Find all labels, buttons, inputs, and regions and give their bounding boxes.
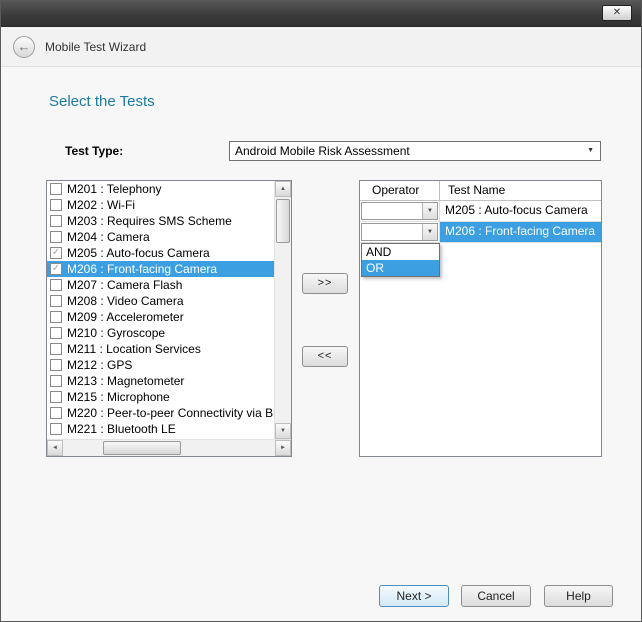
vertical-scroll-thumb[interactable] (276, 199, 290, 243)
available-test-item[interactable]: ✓ M205 : Auto-focus Camera (47, 245, 274, 261)
mobile-test-wizard-window: ✕ ← Mobile Test Wizard Select the Tests … (0, 0, 642, 622)
back-arrow-icon[interactable]: ← (13, 36, 35, 58)
horizontal-scrollbar[interactable]: ◄ ► (47, 439, 291, 456)
available-test-label: M202 : Wi-Fi (67, 198, 135, 212)
scroll-left-icon[interactable]: ◄ (47, 440, 63, 456)
available-test-label: M221 : Bluetooth LE (67, 422, 176, 436)
available-test-item[interactable]: M212 : GPS (47, 357, 274, 373)
scroll-down-icon[interactable]: ▼ (275, 423, 291, 439)
operator-cell: ▼ (360, 201, 440, 221)
scroll-right-icon[interactable]: ► (275, 440, 291, 456)
selected-tests-table: Operator Test Name ▼M205 : Auto-focus Ca… (359, 180, 602, 457)
operator-value (362, 224, 422, 240)
available-test-item[interactable]: M210 : Gyroscope (47, 325, 274, 341)
selected-tests-rows: ▼M205 : Auto-focus Camera▼M206 : Front-f… (360, 201, 601, 243)
table-header-row: Operator Test Name (360, 181, 601, 201)
available-test-label: M215 : Microphone (67, 390, 170, 404)
available-tests-items: M201 : Telephony M202 : Wi-Fi M203 : Requi… (47, 181, 274, 439)
chevron-down-icon[interactable]: ▼ (422, 224, 437, 240)
available-test-item[interactable]: M211 : Location Services (47, 341, 274, 357)
available-test-item[interactable]: M221 : Bluetooth LE (47, 421, 274, 437)
test-type-select[interactable]: Android Mobile Risk Assessment ▼ (229, 141, 601, 161)
checkbox-unchecked-icon[interactable] (50, 391, 62, 403)
operator-combobox[interactable]: ▼ (361, 202, 438, 220)
available-test-item[interactable]: M209 : Accelerometer (47, 309, 274, 325)
chevron-down-icon[interactable]: ▼ (422, 203, 437, 219)
remove-tests-button[interactable]: << (302, 346, 348, 367)
checkbox-unchecked-icon[interactable] (50, 231, 62, 243)
available-test-label: M206 : Front-facing Camera (67, 262, 217, 276)
available-test-item[interactable]: M207 : Camera Flash (47, 277, 274, 293)
scroll-up-icon[interactable]: ▲ (275, 181, 291, 197)
page-heading: Select the Tests (49, 93, 155, 110)
title-bar: ✕ (1, 1, 641, 27)
available-test-label: M213 : Magnetometer (67, 374, 184, 388)
close-button[interactable]: ✕ (602, 5, 632, 21)
checkbox-unchecked-icon[interactable] (50, 311, 62, 323)
chevron-down-icon[interactable]: ▼ (587, 143, 594, 159)
wizard-title: Mobile Test Wizard (45, 27, 146, 67)
operator-value (362, 203, 422, 219)
selected-test-row: ▼M206 : Front-facing Camera (360, 222, 601, 243)
available-test-item[interactable]: M220 : Peer-to-peer Connectivity via Blu… (47, 405, 274, 421)
test-type-label: Test Type: (65, 144, 123, 158)
available-test-item[interactable]: M201 : Telephony (47, 181, 274, 197)
available-test-label: M209 : Accelerometer (67, 310, 184, 324)
test-type-value: Android Mobile Risk Assessment (235, 144, 410, 158)
available-test-label: M205 : Auto-focus Camera (67, 246, 210, 260)
available-test-label: M201 : Telephony (67, 182, 162, 196)
available-test-label: M203 : Requires SMS Scheme (67, 214, 232, 228)
available-test-item[interactable]: M215 : Microphone (47, 389, 274, 405)
cancel-button[interactable]: Cancel (461, 585, 531, 607)
selected-test-row: ▼M205 : Auto-focus Camera (360, 201, 601, 222)
available-test-label: M211 : Location Services (67, 342, 201, 356)
checkbox-unchecked-icon[interactable] (50, 407, 62, 419)
wizard-header: ← Mobile Test Wizard (1, 27, 641, 67)
operator-combobox[interactable]: ▼ (361, 223, 438, 241)
checkbox-checked-icon[interactable]: ✓ (50, 263, 62, 275)
available-test-item[interactable]: M202 : Wi-Fi (47, 197, 274, 213)
horizontal-scroll-thumb[interactable] (103, 441, 181, 455)
checkbox-unchecked-icon[interactable] (50, 343, 62, 355)
checkbox-checked-icon[interactable]: ✓ (50, 247, 62, 259)
column-header-test-name: Test Name (440, 181, 601, 200)
available-tests-list: M201 : Telephony M202 : Wi-Fi M203 : Requi… (46, 180, 292, 457)
add-tests-button[interactable]: >> (302, 273, 348, 294)
available-test-item[interactable]: ✓ M206 : Front-facing Camera (47, 261, 274, 277)
checkbox-unchecked-icon[interactable] (50, 375, 62, 387)
checkbox-unchecked-icon[interactable] (50, 279, 62, 291)
operator-option[interactable]: OR (362, 260, 439, 276)
checkbox-unchecked-icon[interactable] (50, 295, 62, 307)
available-test-label: M220 : Peer-to-peer Connectivity via Blu… (67, 406, 274, 420)
available-test-label: M208 : Video Camera (67, 294, 184, 308)
checkbox-unchecked-icon[interactable] (50, 199, 62, 211)
operator-cell: ▼ (360, 222, 440, 242)
column-header-operator: Operator (360, 181, 440, 200)
available-test-label: M204 : Camera (67, 230, 150, 244)
available-test-item[interactable]: M208 : Video Camera (47, 293, 274, 309)
test-name-cell[interactable]: M205 : Auto-focus Camera (440, 201, 601, 221)
available-test-item[interactable]: M203 : Requires SMS Scheme (47, 213, 274, 229)
checkbox-unchecked-icon[interactable] (50, 423, 62, 435)
checkbox-unchecked-icon[interactable] (50, 327, 62, 339)
available-test-label: M212 : GPS (67, 358, 132, 372)
help-button[interactable]: Help (544, 585, 613, 607)
next-button[interactable]: Next > (379, 585, 449, 607)
checkbox-unchecked-icon[interactable] (50, 183, 62, 195)
operator-dropdown: ANDOR (361, 243, 440, 277)
checkbox-unchecked-icon[interactable] (50, 359, 62, 371)
operator-option[interactable]: AND (362, 244, 439, 260)
available-test-label: M207 : Camera Flash (67, 278, 182, 292)
vertical-scrollbar[interactable]: ▲ ▼ (274, 181, 291, 439)
checkbox-unchecked-icon[interactable] (50, 215, 62, 227)
available-test-item[interactable]: M213 : Magnetometer (47, 373, 274, 389)
available-test-label: M210 : Gyroscope (67, 326, 165, 340)
available-test-item[interactable]: M204 : Camera (47, 229, 274, 245)
test-name-cell[interactable]: M206 : Front-facing Camera (440, 222, 601, 242)
